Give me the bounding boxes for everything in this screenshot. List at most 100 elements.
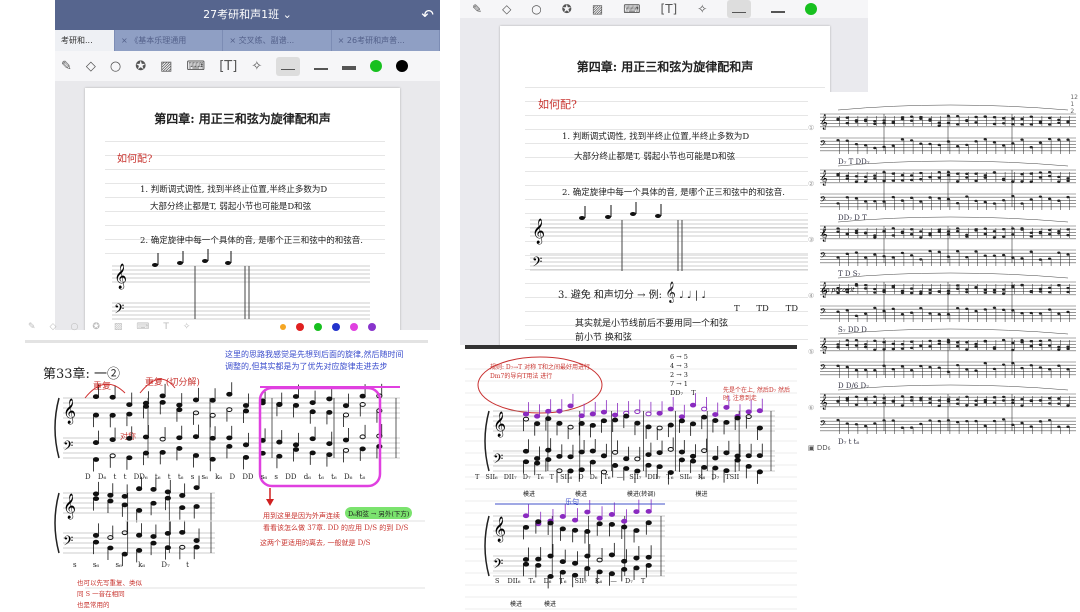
- sequence-mark: 模进: [510, 601, 523, 608]
- thick-stroke-button[interactable]: [342, 59, 357, 74]
- pen-icon[interactable]: ✎: [61, 59, 72, 74]
- red-pen-swatch[interactable]: [296, 323, 304, 331]
- purple-pen-swatch[interactable]: [368, 323, 376, 331]
- thin-stroke-button[interactable]: [727, 0, 752, 18]
- magenta-pen-swatch[interactable]: [350, 323, 358, 331]
- note: [992, 288, 996, 292]
- keyboard-icon[interactable]: ⌨: [136, 322, 149, 332]
- green-color-swatch[interactable]: [370, 60, 383, 72]
- shapes-icon[interactable]: ◇: [502, 2, 511, 16]
- note: [965, 341, 969, 344]
- note: [1002, 178, 1006, 182]
- note: [910, 396, 914, 399]
- note: [701, 414, 708, 430]
- chord-label: D₇: [624, 577, 633, 585]
- note: [919, 117, 923, 120]
- pen-icon[interactable]: ✎: [28, 322, 36, 332]
- chord-label: k₆: [138, 561, 146, 569]
- note: [1057, 425, 1061, 428]
- lasso-icon[interactable]: ○: [110, 59, 121, 74]
- note: [723, 419, 730, 435]
- note: [1057, 402, 1061, 405]
- note: [891, 286, 895, 289]
- chord-label: T₆: [528, 577, 536, 585]
- note: [584, 529, 591, 544]
- tab[interactable]: × 《基本乐理通用: [115, 30, 224, 51]
- tab-active[interactable]: 考研和...: [55, 30, 115, 51]
- lasso-icon[interactable]: ○: [70, 322, 78, 332]
- note: [633, 546, 640, 561]
- note: [1048, 286, 1052, 290]
- laser-pointer-icon[interactable]: ✧: [251, 59, 262, 74]
- chord-label: SII₆: [679, 473, 692, 481]
- note: [983, 288, 987, 292]
- shapes-icon[interactable]: ◇: [86, 59, 96, 74]
- note: [342, 447, 350, 463]
- medium-stroke-button[interactable]: [771, 2, 786, 16]
- text-box-icon[interactable]: [T]: [661, 2, 678, 16]
- chord-label: DD₇: [670, 389, 684, 397]
- green-color-swatch[interactable]: [805, 3, 818, 15]
- note: [965, 395, 969, 398]
- tab[interactable]: × 26考研和声普...: [332, 30, 440, 51]
- lasso-icon[interactable]: ○: [531, 2, 541, 16]
- note: [226, 425, 233, 441]
- bass-clef-icon: 𝄢: [820, 308, 827, 319]
- sticker-icon[interactable]: ✪: [562, 2, 572, 16]
- note: [1057, 345, 1061, 349]
- chord-label: SII₇: [629, 473, 642, 481]
- blue-pen-swatch[interactable]: [332, 323, 340, 331]
- note: [667, 397, 674, 412]
- note: [937, 290, 941, 293]
- image-icon[interactable]: ▨: [160, 59, 172, 74]
- chord-label: DII₇: [647, 473, 661, 481]
- text-box-icon[interactable]: T: [163, 322, 169, 332]
- note: [882, 200, 886, 203]
- note: [645, 563, 652, 578]
- chord-label: s: [73, 561, 77, 569]
- note: [292, 403, 300, 418]
- green-pen-swatch[interactable]: [314, 323, 322, 331]
- note: [1066, 228, 1070, 231]
- note: [992, 419, 996, 423]
- note: [946, 398, 950, 401]
- note: [983, 308, 987, 311]
- note: [522, 503, 530, 519]
- undo-icon[interactable]: ↶: [421, 0, 434, 30]
- note: [701, 397, 708, 412]
- medium-stroke-button[interactable]: [314, 59, 329, 74]
- orange-pen-swatch[interactable]: [280, 324, 286, 330]
- text-box-icon[interactable]: [T]: [219, 59, 237, 74]
- note: [1002, 253, 1006, 257]
- keyboard-icon[interactable]: ⌨: [623, 2, 640, 16]
- chord-label: t₆: [154, 473, 161, 481]
- black-color-swatch[interactable]: [396, 60, 409, 72]
- note: [983, 291, 987, 294]
- sequence-mark: 模进: [695, 491, 708, 498]
- tab[interactable]: × 交叉练、副谱...: [223, 30, 332, 51]
- pen-icon[interactable]: ✎: [472, 2, 482, 16]
- keyboard-icon[interactable]: ⌨: [186, 59, 205, 74]
- shapes-icon[interactable]: ◇: [50, 322, 57, 332]
- notebook-title[interactable]: 27考研和声1班: [203, 8, 279, 21]
- laser-pointer-icon[interactable]: ✧: [697, 2, 707, 16]
- resolution-item: 2 → 3: [670, 371, 688, 379]
- image-icon[interactable]: ▨: [592, 2, 603, 16]
- note: [1029, 146, 1033, 149]
- thin-stroke-button[interactable]: [276, 56, 301, 76]
- laser-pointer-icon[interactable]: ✧: [183, 322, 191, 332]
- note: [873, 339, 877, 343]
- note: [873, 177, 877, 180]
- note: [956, 202, 960, 205]
- note: [1002, 144, 1006, 147]
- sticker-icon[interactable]: ✪: [135, 59, 146, 74]
- image-icon[interactable]: ▨: [114, 322, 123, 332]
- sticker-icon[interactable]: ✪: [92, 322, 100, 332]
- note: [946, 341, 950, 344]
- note: [678, 440, 686, 455]
- note: [928, 233, 932, 237]
- bass-clef-icon: 𝄢: [63, 533, 73, 552]
- note: [107, 498, 114, 513]
- quarter-note: [605, 205, 612, 219]
- slur: [837, 216, 1069, 223]
